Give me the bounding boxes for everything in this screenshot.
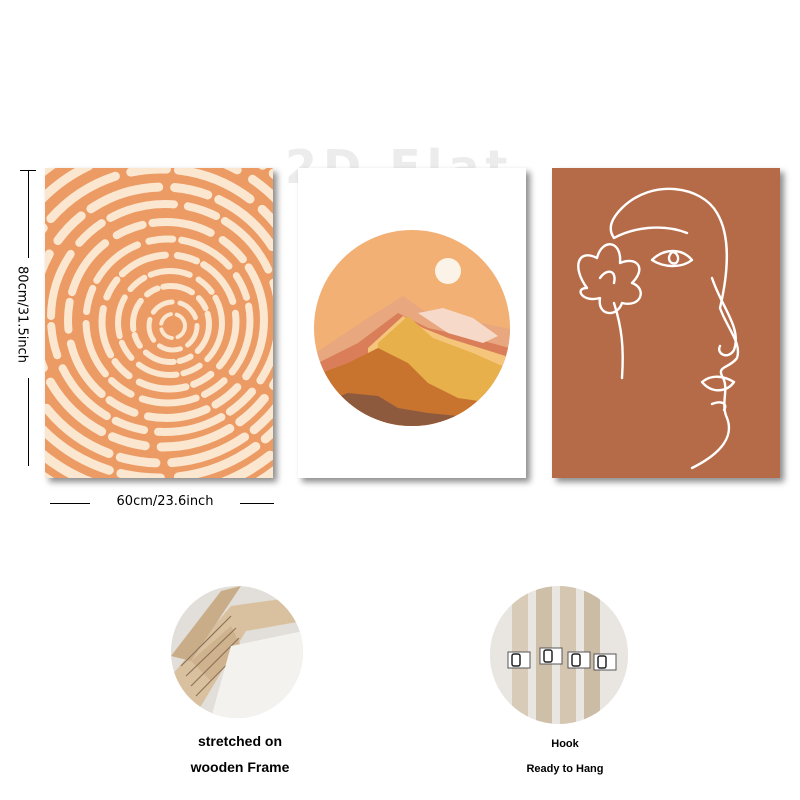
wood-ring-print <box>45 168 273 478</box>
hook-photo <box>490 586 628 724</box>
hook-caption-line1: Hook <box>551 738 579 750</box>
mountain-sun-print <box>298 168 526 478</box>
line-face-artwork <box>577 187 740 470</box>
frame-caption-line2: wooden Frame <box>190 759 290 775</box>
wood-ring-pattern <box>45 168 273 478</box>
frame-caption-line1: stretched on <box>197 733 282 749</box>
hook-caption-line2: Ready to Hang <box>526 763 604 775</box>
width-dimension-line-left <box>50 503 90 504</box>
hook-icon <box>490 586 628 724</box>
wooden-frame-icon <box>171 586 303 718</box>
width-dimension-line-right <box>240 503 274 504</box>
mountain-sun-artwork <box>314 230 510 426</box>
wooden-frame-photo <box>171 586 303 718</box>
width-dimension-label: 60cm/23.6inch <box>116 494 214 509</box>
height-dimension-line-top <box>28 170 29 258</box>
height-dimension-line-bottom <box>28 378 29 466</box>
height-dimension-tick-top <box>20 170 36 171</box>
line-face-print <box>552 168 780 478</box>
